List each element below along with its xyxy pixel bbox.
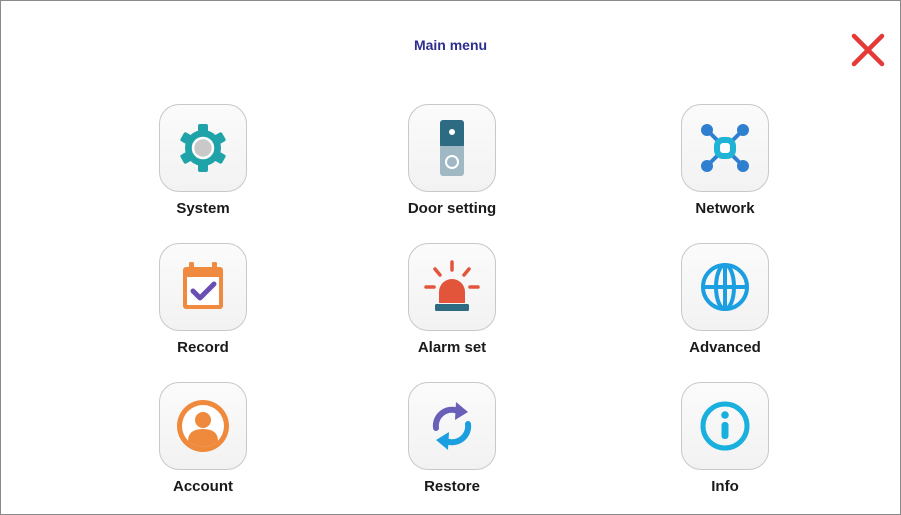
globe-icon [701, 263, 749, 311]
menu-item-account[interactable]: Account [143, 382, 263, 495]
alarm-set-icon-box [408, 243, 496, 331]
menu-item-label: Door setting [407, 200, 497, 217]
menu-item-restore[interactable]: Restore [392, 382, 512, 495]
menu-item-label: Record [177, 339, 229, 356]
menu-item-label: Restore [424, 478, 480, 495]
door-setting-icon-box [408, 104, 496, 192]
info-icon-box [681, 382, 769, 470]
close-button[interactable] [850, 32, 886, 68]
menu-item-info[interactable]: Info [665, 382, 785, 495]
menu-item-network[interactable]: Network [665, 104, 785, 217]
menu-item-label: Advanced [689, 339, 761, 356]
restore-icon-box [408, 382, 496, 470]
user-icon [177, 400, 229, 452]
info-icon [700, 401, 750, 451]
menu-item-label: Alarm set [417, 339, 487, 356]
refresh-icon [432, 402, 472, 450]
main-menu-screen: Main menu System Door setting Network Re… [0, 0, 901, 515]
menu-item-label: Info [711, 478, 739, 495]
record-icon-box [159, 243, 247, 331]
menu-item-advanced[interactable]: Advanced [665, 243, 785, 356]
menu-item-system[interactable]: System [143, 104, 263, 217]
system-icon-box [159, 104, 247, 192]
calendar-check-icon [183, 262, 223, 309]
account-icon-box [159, 382, 247, 470]
menu-item-record[interactable]: Record [143, 243, 263, 356]
page-title: Main menu [413, 37, 488, 53]
close-icon [851, 33, 885, 67]
menu-item-label: Account [173, 478, 233, 495]
menu-item-label: Network [695, 200, 755, 217]
advanced-icon-box [681, 243, 769, 331]
doorbell-icon [440, 120, 464, 176]
gear-icon [180, 124, 226, 172]
menu-item-door-setting[interactable]: Door setting [392, 104, 512, 217]
menu-item-label: System [176, 200, 230, 217]
menu-item-alarm-set[interactable]: Alarm set [392, 243, 512, 356]
alarm-light-icon [424, 260, 480, 311]
network-icon [701, 124, 749, 172]
network-icon-box [681, 104, 769, 192]
